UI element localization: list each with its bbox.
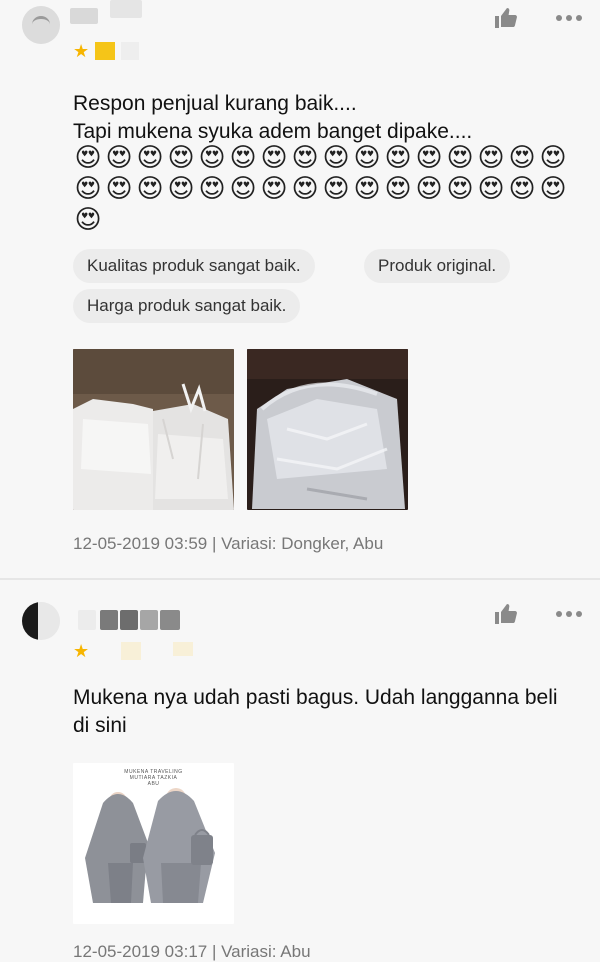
heart-eyes-emoji: 😍 [74, 143, 102, 173]
heart-eyes-emoji: 😍 [167, 174, 195, 204]
heart-eyes-emoji: 😍 [322, 143, 350, 173]
avatar[interactable] [22, 602, 60, 640]
review-tag: Produk original. [364, 249, 511, 283]
heart-eyes-emoji: 😍 [384, 174, 412, 204]
username-redacted [140, 610, 158, 630]
star-icon [95, 42, 116, 60]
heart-eyes-emoji: 😍 [198, 143, 226, 173]
heart-eyes-emoji: 😍 [260, 143, 288, 173]
heart-eyes-emoji: 😍 [105, 143, 133, 173]
review-text: Respon penjual kurang baik.... Tapi muke… [73, 92, 473, 143]
star-icon: ★ [73, 41, 90, 61]
like-button[interactable] [492, 602, 520, 626]
star-icon [173, 642, 194, 656]
review-photo[interactable]: MUKENA TRAVELING MUTIARA TAZKIA ABU [73, 763, 234, 924]
heart-eyes-emoji: 😍 [229, 143, 257, 173]
thumbs-up-icon [494, 603, 518, 625]
thumbs-up-icon [494, 7, 518, 29]
heart-eyes-emoji: 😍 [229, 174, 257, 204]
username-redacted [160, 610, 180, 630]
heart-eyes-emoji: 😍 [260, 174, 288, 204]
star-icon [147, 642, 167, 660]
heart-eyes-emoji: 😍 [353, 143, 381, 173]
review-meta: 12-05-2019 03:59 | Variasi: Dongker, Abu [73, 534, 384, 553]
review-meta: 12-05-2019 03:17 | Variasi: Abu [73, 942, 311, 961]
review-photo[interactable] [247, 349, 408, 510]
star-icon [121, 42, 140, 60]
heart-eyes-emoji: 😍 [446, 143, 474, 173]
more-dots-icon [555, 610, 583, 618]
username-redacted [100, 610, 118, 630]
review-card: ★ Mukena nya udah pasti bagus. Udah lang… [0, 580, 600, 961]
heart-eyes-emoji: 😍 [539, 143, 567, 173]
rating-stars: ★ [73, 641, 194, 661]
review-tag: Kualitas produk sangat baik. [73, 249, 315, 283]
heart-eyes-emoji: 😍 [291, 143, 319, 173]
heart-eyes-emoji: 😍 [508, 143, 536, 173]
heart-eyes-emoji: 😍 [446, 174, 474, 204]
avatar[interactable] [22, 6, 60, 44]
rating-stars: ★ [73, 41, 140, 61]
star-icon [95, 642, 115, 660]
heart-eyes-emoji: 😍 [198, 174, 226, 204]
heart-eyes-emoji: 😍 [136, 174, 164, 204]
heart-eyes-emoji: 😍 [136, 143, 164, 173]
review-card: ★ Respon penjual kurang baik.... Tapi mu… [0, 0, 600, 578]
heart-eyes-emoji: 😍 [477, 143, 505, 173]
star-icon: ★ [73, 641, 90, 661]
review-tag: Harga produk sangat baik. [73, 289, 301, 323]
emoji-row: 😍 😍 😍 😍 😍 😍 😍 😍 😍 😍 😍 😍 😍 😍 😍 😍 😍 😍 😍 😍 😍 😍 😍 😍 😍 😍 😍 😍 😍 😍 😍 😍 😍 [73, 143, 573, 235]
review-photo[interactable] [73, 349, 234, 510]
heart-eyes-emoji: 😍 [353, 174, 381, 204]
heart-eyes-emoji: 😍 [105, 174, 133, 204]
heart-eyes-emoji: 😍 [508, 174, 536, 204]
username-redacted [120, 610, 138, 630]
heart-eyes-emoji: 😍 [415, 143, 443, 173]
more-options-button[interactable] [555, 602, 583, 626]
more-options-button[interactable] [555, 6, 583, 30]
review-text: Mukena nya udah pasti bagus. Udah langga… [73, 686, 558, 737]
more-dots-icon [555, 14, 583, 22]
heart-eyes-emoji: 😍 [415, 174, 443, 204]
heart-eyes-emoji: 😍 [384, 143, 412, 173]
like-button[interactable] [492, 6, 520, 30]
heart-eyes-emoji: 😍 [322, 174, 350, 204]
heart-eyes-emoji: 😍 [291, 174, 319, 204]
heart-eyes-emoji: 😍 [74, 174, 102, 204]
heart-eyes-emoji: 😍 [539, 174, 567, 204]
star-icon [121, 642, 142, 660]
username-redacted [78, 610, 96, 630]
heart-eyes-emoji: 😍 [477, 174, 505, 204]
heart-eyes-emoji: 😍 [167, 143, 195, 173]
heart-eyes-emoji: 😍 [74, 205, 102, 235]
username-redacted [70, 8, 98, 24]
username-redacted [110, 0, 142, 18]
